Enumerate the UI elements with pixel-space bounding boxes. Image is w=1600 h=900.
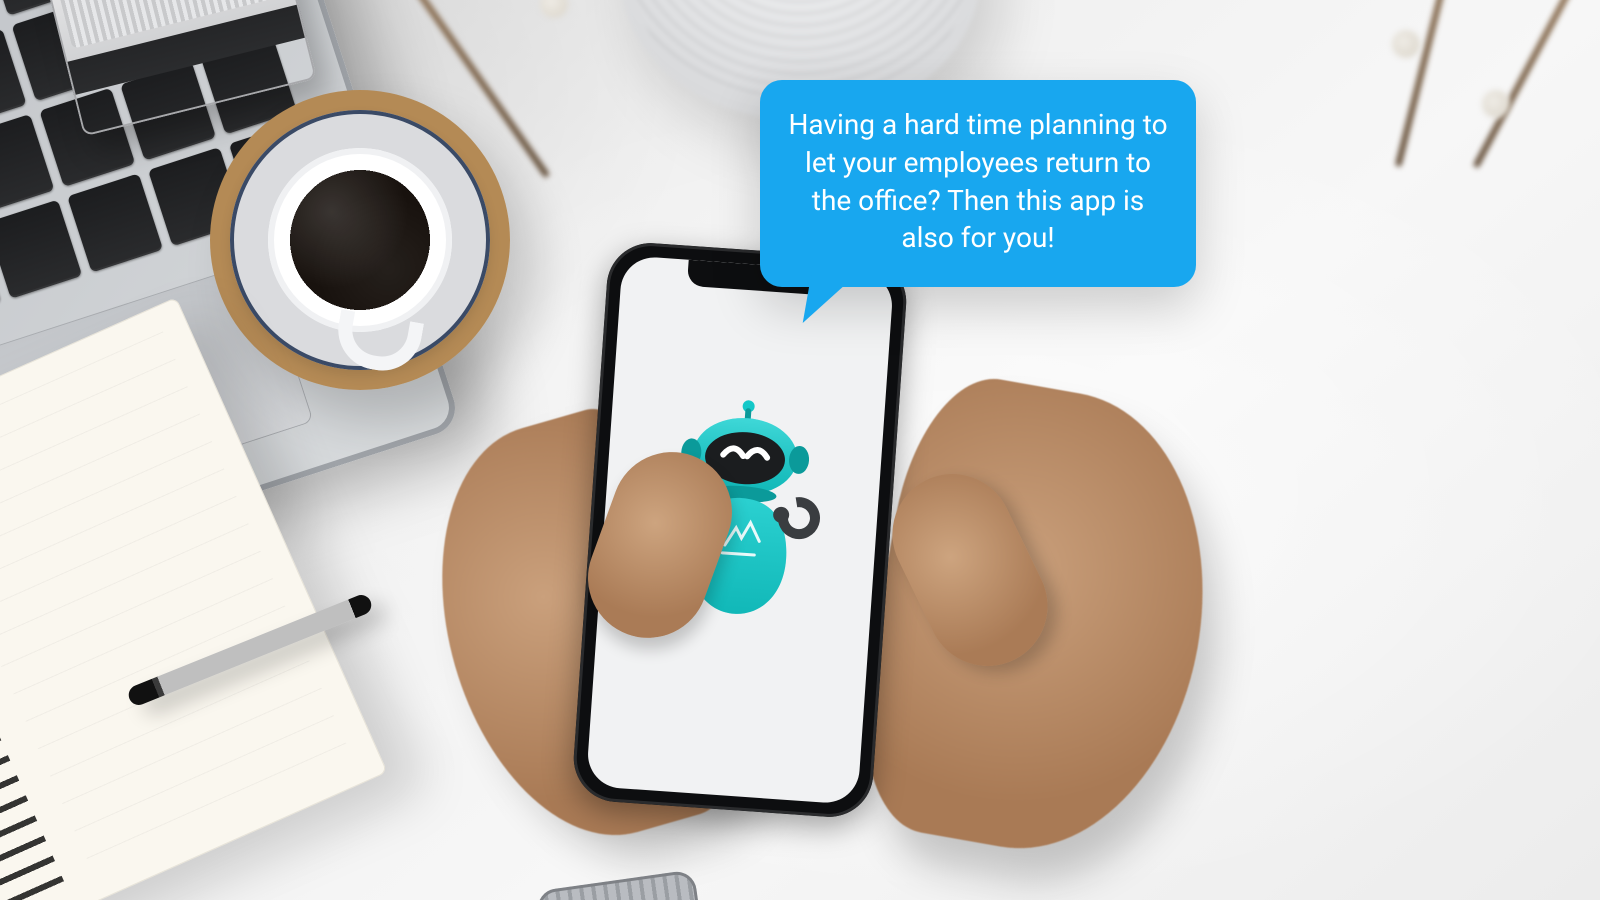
right-thumb	[872, 454, 1068, 686]
speech-bubble: Having a hard time planning to let your …	[760, 80, 1196, 287]
hands-holding-phone	[460, 240, 1180, 900]
flower-bud-prop	[540, 0, 568, 18]
phone-screen	[586, 255, 894, 805]
robot-icon	[634, 387, 850, 630]
twig-prop	[1395, 0, 1459, 167]
flower-bud-prop	[1482, 90, 1510, 118]
marketing-scene: Having a hard time planning to let your …	[0, 0, 1600, 900]
twig-prop	[1473, 0, 1582, 169]
coffee-prop	[210, 90, 510, 390]
flower-bud-prop	[1392, 30, 1420, 58]
right-hand	[842, 366, 1237, 875]
smartphone	[571, 240, 909, 820]
wristwatch-prop	[535, 869, 705, 900]
